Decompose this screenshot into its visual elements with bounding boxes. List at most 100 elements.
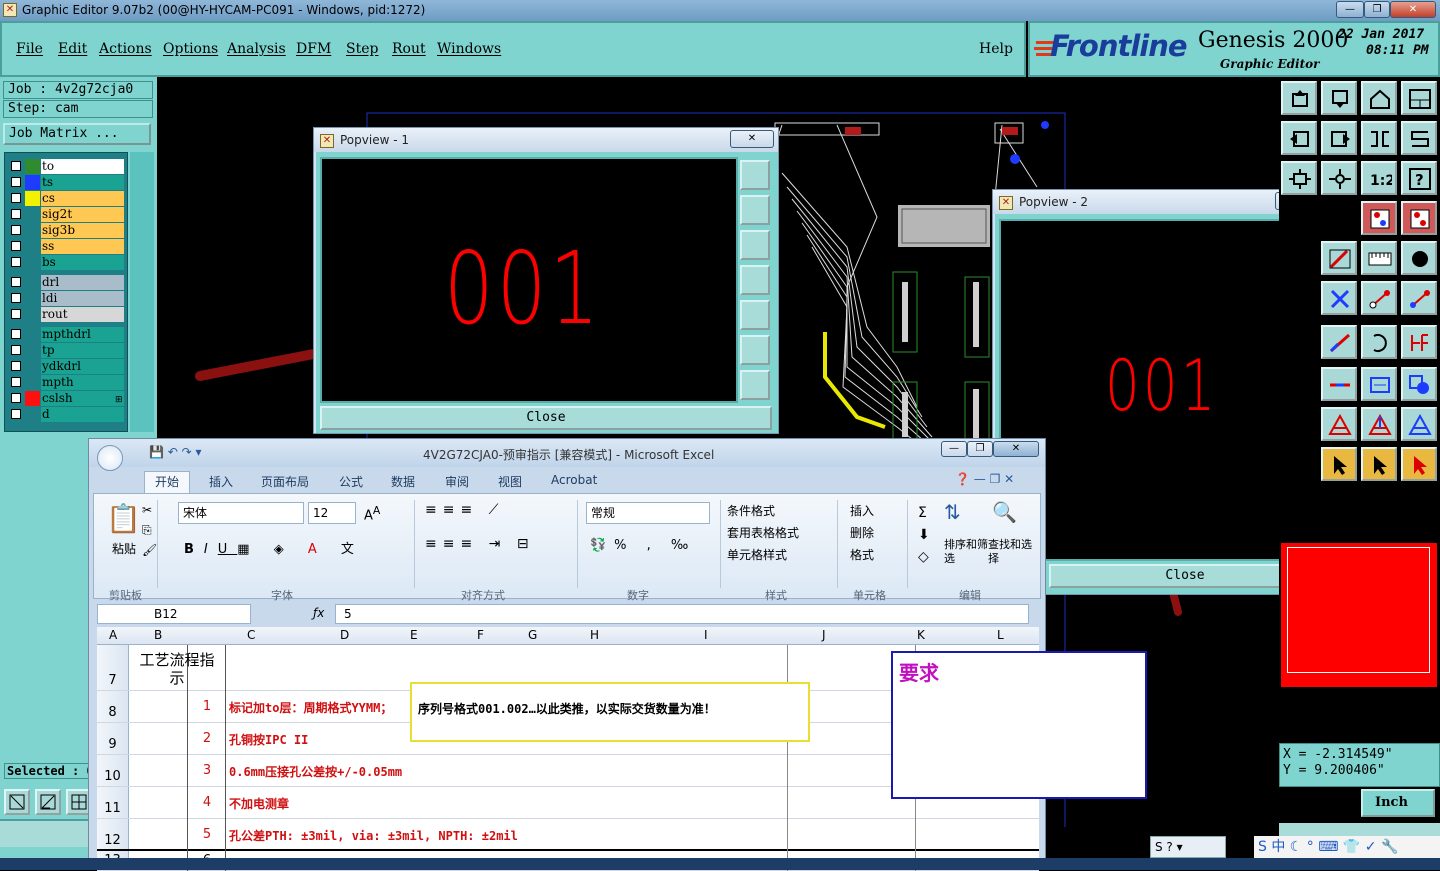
cell-c[interactable]: 标记加to层：周期格式YYMM； bbox=[229, 699, 392, 716]
tool-hline-icon[interactable] bbox=[1321, 367, 1357, 401]
column-header[interactable]: J bbox=[822, 628, 826, 642]
align-top-icons[interactable]: ≡≡≡ ⟋ bbox=[425, 502, 504, 518]
column-header[interactable]: H bbox=[590, 628, 599, 642]
tool-cursor-alt-icon[interactable] bbox=[1361, 447, 1397, 481]
cell-c[interactable]: 0.6mm压接孔公差按+/-0.05mm bbox=[229, 763, 402, 780]
tool-pan-right-icon[interactable] bbox=[1321, 121, 1357, 155]
font-style-icons[interactable]: BIU▦ ◈ A 文 bbox=[184, 538, 364, 557]
popview-1-close-x[interactable]: ✕ bbox=[730, 130, 774, 148]
tool-fork-icon[interactable] bbox=[1401, 325, 1437, 359]
tool-circle-icon[interactable] bbox=[1401, 241, 1437, 275]
tool-select-icon[interactable] bbox=[1401, 447, 1437, 481]
tab-formulas[interactable]: 公式 bbox=[339, 473, 363, 490]
tool-diagonal-icon[interactable] bbox=[1321, 325, 1357, 359]
tool-home-down-icon[interactable] bbox=[1321, 81, 1357, 115]
cell-c[interactable]: 不加电测章 bbox=[229, 795, 289, 812]
popview-1-zoom-out-icon[interactable] bbox=[740, 335, 770, 365]
paste-icon[interactable]: 📋 bbox=[106, 502, 141, 535]
tool-layers-alt-icon[interactable] bbox=[1401, 201, 1437, 235]
find-select-button[interactable]: 查找和选择 bbox=[988, 538, 1032, 566]
column-header[interactable]: D bbox=[340, 628, 349, 642]
popview-1-right-icon[interactable] bbox=[740, 300, 770, 330]
popview-1-fit-icon[interactable] bbox=[740, 160, 770, 190]
tool-triangle-c-icon[interactable] bbox=[1401, 407, 1437, 441]
conditional-format-button[interactable]: 条件格式 bbox=[727, 500, 837, 522]
sogou-ime-bar[interactable]: S 中 ☾ ° ⌨ 👕 ✓ 🔧 bbox=[1254, 836, 1440, 858]
tool-line-blue-icon[interactable] bbox=[1401, 281, 1437, 315]
tool-measure-icon[interactable] bbox=[1361, 367, 1397, 401]
office-button[interactable] bbox=[97, 445, 123, 471]
tab-page-layout[interactable]: 页面布局 bbox=[261, 473, 309, 490]
font-size-select[interactable]: 12 bbox=[308, 502, 356, 524]
tool-fit-icon[interactable] bbox=[1281, 161, 1317, 195]
cell-c[interactable]: 孔公差PTH: ±3mil, via: ±3mil, NPTH: ±2mil bbox=[229, 827, 518, 844]
format-cells-button[interactable]: 格式 bbox=[850, 544, 907, 566]
tool-pencil-icon[interactable] bbox=[1321, 241, 1357, 275]
cell-c[interactable]: 孔铜按IPC II bbox=[229, 731, 308, 748]
unit-button[interactable]: Inch bbox=[1361, 789, 1435, 817]
table-row[interactable]: 12 5 孔公差PTH: ±3mil, via: ±3mil, NPTH: ±2mi… bbox=[97, 819, 1039, 851]
formula-input[interactable]: 5 bbox=[335, 604, 1029, 624]
tab-review[interactable]: 审阅 bbox=[445, 473, 469, 490]
find-icon[interactable]: 🔍 bbox=[992, 500, 1017, 524]
excel-help-icon[interactable]: ❓ — ❐ ✕ bbox=[955, 472, 1014, 486]
cell-b[interactable]: 1 bbox=[189, 699, 225, 714]
number-format-select[interactable]: 常规 bbox=[586, 502, 710, 524]
column-header[interactable]: L bbox=[997, 628, 1004, 642]
cell-b[interactable]: 3 bbox=[189, 763, 225, 778]
tool-line-red-icon[interactable] bbox=[1361, 281, 1397, 315]
tool-layers-icon[interactable] bbox=[1361, 201, 1397, 235]
header-cell[interactable]: 工艺流程指示 bbox=[137, 651, 217, 687]
sort-icon[interactable]: ⇅ bbox=[944, 500, 961, 524]
tool-ratio-icon[interactable]: 1:2 bbox=[1361, 161, 1397, 195]
tab-acrobat[interactable]: Acrobat bbox=[551, 473, 597, 487]
tool-s-icon[interactable] bbox=[1401, 121, 1437, 155]
column-header[interactable]: F bbox=[477, 628, 484, 642]
tool-window-icon[interactable] bbox=[1401, 81, 1437, 115]
tool-triangle-a-icon[interactable] bbox=[1321, 407, 1357, 441]
tool-cursor-icon[interactable] bbox=[1321, 447, 1357, 481]
popview-1-close-button[interactable]: Close bbox=[320, 406, 772, 430]
popview-1-down-icon[interactable] bbox=[740, 230, 770, 260]
tool-center-icon[interactable] bbox=[1321, 161, 1357, 195]
quick-access-icon[interactable]: 💾 ↶ ↷ ▾ bbox=[149, 445, 202, 459]
autosum-icon[interactable]: Σ ⬇ ◇ bbox=[918, 502, 930, 568]
tool-home-up-icon[interactable] bbox=[1281, 81, 1317, 115]
cut-copy-icons[interactable]: ✂ ⎘ 🖌 bbox=[142, 500, 157, 560]
tool-ruler-icon[interactable] bbox=[1361, 241, 1397, 275]
popview-1-left-icon[interactable] bbox=[740, 265, 770, 295]
number-format-icons[interactable]: 💱% , ‰ bbox=[590, 538, 696, 553]
tool-help-icon[interactable]: ? bbox=[1401, 161, 1437, 195]
tab-data[interactable]: 数据 bbox=[391, 473, 415, 490]
popview-1-screen[interactable]: 001 bbox=[320, 157, 738, 403]
tab-insert[interactable]: 插入 bbox=[209, 473, 233, 490]
popview-1-up-icon[interactable] bbox=[740, 195, 770, 225]
tab-view[interactable]: 视图 bbox=[498, 473, 522, 490]
insert-cells-button[interactable]: 插入 bbox=[850, 500, 907, 522]
cell-styles-button[interactable]: 单元格样式 bbox=[727, 544, 837, 566]
tool-rotate-icon[interactable] bbox=[1361, 325, 1397, 359]
name-box[interactable]: B12 bbox=[97, 604, 251, 624]
tab-home[interactable]: 开始 bbox=[155, 473, 179, 490]
paste-label[interactable]: 粘贴 bbox=[112, 540, 136, 557]
column-header[interactable]: I bbox=[704, 628, 708, 642]
column-header[interactable]: B bbox=[154, 628, 162, 642]
tool-bracket-icon[interactable] bbox=[1361, 121, 1397, 155]
tool-shapes-icon[interactable] bbox=[1401, 367, 1437, 401]
column-header[interactable]: E bbox=[410, 628, 418, 642]
tool-house-icon[interactable] bbox=[1361, 81, 1397, 115]
excel-close-button[interactable]: ✕ bbox=[993, 441, 1039, 457]
popview-1-zoom-in-icon[interactable] bbox=[740, 370, 770, 400]
sort-filter-button[interactable]: 排序和筛选 bbox=[944, 538, 988, 566]
cell-b[interactable]: 2 bbox=[189, 731, 225, 746]
ime-toolbar[interactable]: S ? ▾ bbox=[1150, 836, 1226, 858]
cell-b[interactable]: 4 bbox=[189, 795, 225, 810]
excel-maximize-button[interactable]: ❐ bbox=[967, 441, 993, 457]
font-grow-icon[interactable]: AA bbox=[364, 504, 380, 523]
column-header[interactable]: C bbox=[247, 628, 255, 642]
excel-minimize-button[interactable]: — bbox=[941, 441, 967, 457]
column-header[interactable]: K bbox=[917, 628, 925, 642]
tool-cross-icon[interactable] bbox=[1321, 281, 1357, 315]
font-name-select[interactable]: 宋体 bbox=[178, 502, 304, 524]
cell-b[interactable]: 5 bbox=[189, 827, 225, 842]
